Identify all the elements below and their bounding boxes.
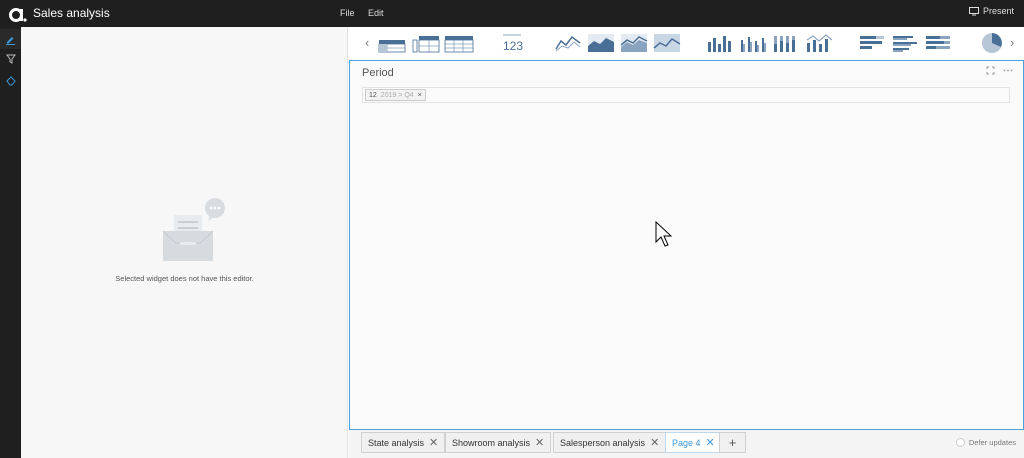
stacked-column-chart-icon[interactable] <box>771 32 801 54</box>
app-title: Sales analysis <box>33 6 110 20</box>
grouped-bar-chart-icon[interactable] <box>890 32 920 54</box>
empty-inbox-illustration <box>162 198 225 261</box>
pie-chart-icon[interactable] <box>979 32 1005 54</box>
toolbar-next-arrow[interactable]: › <box>1010 35 1014 50</box>
column-chart-icon[interactable] <box>705 32 735 54</box>
percent-area-chart-icon[interactable] <box>652 32 682 54</box>
tab-state-analysis[interactable]: State analysis ✕ <box>361 432 446 453</box>
toolbar-prev-arrow[interactable]: ‹ <box>365 35 369 50</box>
rail-filter-button[interactable] <box>0 49 21 69</box>
tab-label: Page 4 <box>672 437 701 448</box>
tab-label: Salesperson analysis <box>560 437 646 448</box>
widget-actions <box>986 66 1013 75</box>
period-filter-widget[interactable]: Period 12 2019 > Q4 × <box>349 60 1024 430</box>
close-tab-icon[interactable]: ✕ <box>706 436 715 449</box>
filter-icon <box>5 54 16 64</box>
app-logo-icon <box>9 8 27 22</box>
stacked-area-chart-icon[interactable] <box>619 32 649 54</box>
present-button[interactable]: Present <box>968 6 1014 16</box>
kpi-icon-label: 123 <box>503 39 524 53</box>
rail-theme-button[interactable] <box>0 71 21 91</box>
tab-page-4[interactable]: Page 4 ✕ <box>665 432 722 453</box>
table-icon[interactable] <box>377 32 407 54</box>
close-tab-icon[interactable]: ✕ <box>429 436 438 449</box>
present-label: Present <box>982 6 1014 16</box>
kpi-icon-bar <box>503 34 521 36</box>
tab-showroom-analysis[interactable]: Showroom analysis ✕ <box>445 432 552 453</box>
grid-table-icon[interactable] <box>443 32 475 54</box>
defer-updates-label: Defer updates <box>968 438 1016 447</box>
filter-chip-remove-icon[interactable]: × <box>418 92 422 99</box>
filter-chip-count: 12 <box>369 91 377 99</box>
menu-edit[interactable]: Edit <box>368 8 384 18</box>
edit-pencil-icon <box>6 36 15 45</box>
close-tab-icon[interactable]: ✕ <box>650 436 659 449</box>
menu-file[interactable]: File <box>340 8 355 18</box>
visualization-toolbar: ‹ 123 › <box>349 27 1024 59</box>
tab-label: State analysis <box>368 437 425 448</box>
combo-chart-icon[interactable] <box>804 32 834 54</box>
pivot-table-icon[interactable] <box>411 32 441 54</box>
left-rail <box>0 27 21 458</box>
monitor-icon <box>968 6 979 15</box>
grouped-column-chart-icon[interactable] <box>738 32 768 54</box>
theme-icon <box>5 76 16 86</box>
line-chart-icon[interactable] <box>553 32 583 54</box>
widget-title: Period <box>362 67 394 79</box>
defer-updates-checkbox[interactable] <box>955 438 965 447</box>
empty-editor-message: Selected widget does not have this edito… <box>115 274 254 283</box>
editor-panel: Selected widget does not have this edito… <box>21 27 348 458</box>
stacked-bar-chart-icon[interactable] <box>923 32 953 54</box>
defer-updates-toggle[interactable]: Defer updates <box>955 438 1016 447</box>
mouse-cursor-icon <box>655 221 673 247</box>
area-chart-icon[interactable] <box>586 32 616 54</box>
page-tab-bar: State analysis ✕ Showroom analysis ✕ Sal… <box>349 430 1024 458</box>
tab-salesperson-analysis[interactable]: Salesperson analysis ✕ <box>553 432 667 453</box>
filter-chip-path: 2019 > Q4 <box>380 91 414 99</box>
kpi-icon[interactable]: 123 <box>499 32 529 54</box>
filter-selection-row[interactable]: 12 2019 > Q4 × <box>362 87 1010 103</box>
filter-chip[interactable]: 12 2019 > Q4 × <box>365 89 426 101</box>
bar-chart-icon[interactable] <box>857 32 887 54</box>
add-tab-button[interactable]: + <box>719 432 746 453</box>
top-bar: Sales analysis File Edit Present <box>0 0 1024 27</box>
more-options-icon[interactable] <box>1003 66 1013 75</box>
rail-edit-button[interactable] <box>0 29 21 49</box>
expand-icon[interactable] <box>986 66 995 75</box>
close-tab-icon[interactable]: ✕ <box>535 436 544 449</box>
tab-label: Showroom analysis <box>452 437 531 448</box>
